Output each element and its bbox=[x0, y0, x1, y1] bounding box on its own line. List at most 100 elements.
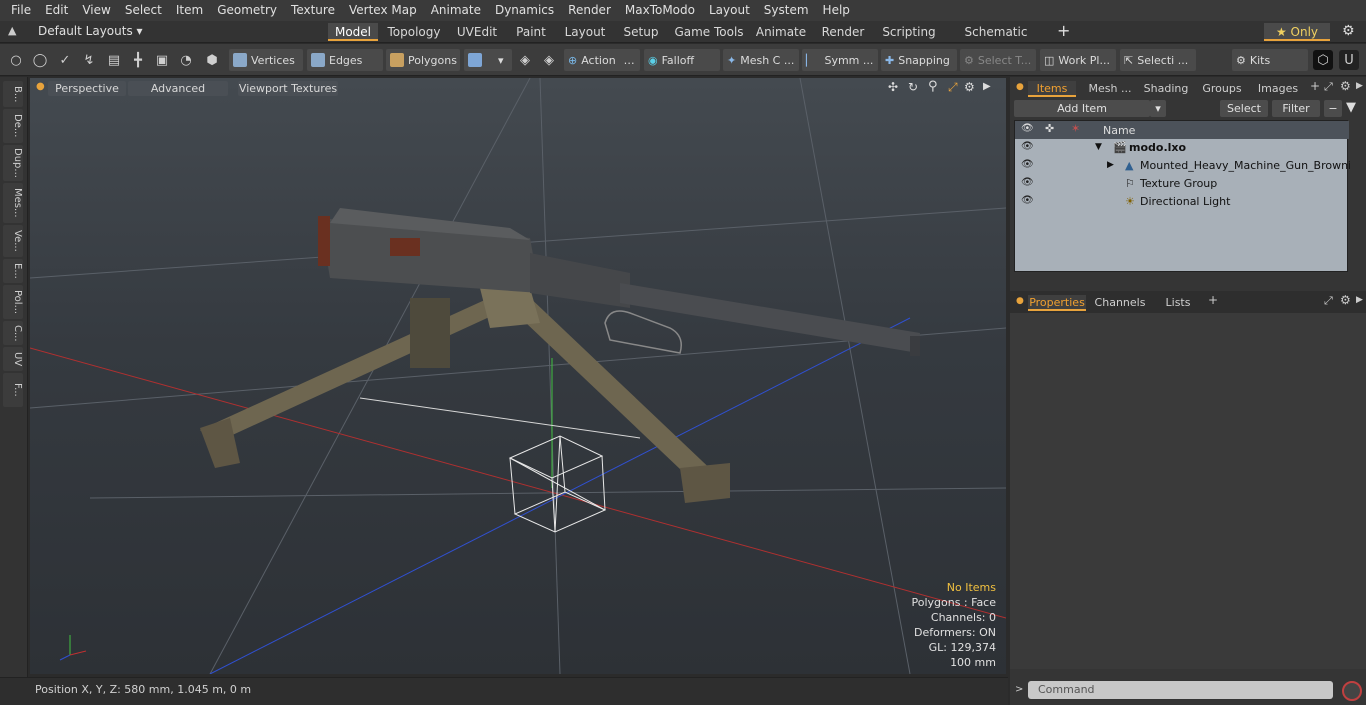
only-toggle[interactable]: ★ Only bbox=[1264, 23, 1330, 41]
items-panel-dot-icon[interactable]: ● bbox=[1016, 82, 1024, 92]
viewport-gear-icon[interactable]: ⚙ bbox=[964, 80, 975, 94]
layout-up-icon[interactable]: ▲ bbox=[8, 24, 16, 37]
symmetry-a-icon[interactable]: ◈ bbox=[515, 50, 535, 70]
unity-icon[interactable]: ⬡ bbox=[1313, 50, 1333, 70]
left-tab-vertex[interactable]: Ve... bbox=[3, 225, 23, 257]
expand-panel-icon[interactable]: ⤢ bbox=[1324, 80, 1333, 94]
tab-game-tools[interactable]: Game Tools bbox=[672, 23, 746, 41]
tab-paint[interactable]: Paint bbox=[510, 23, 552, 41]
align-icon[interactable]: ▤ bbox=[104, 50, 124, 70]
tab-setup[interactable]: Setup bbox=[618, 23, 664, 41]
properties-dot-icon[interactable]: ● bbox=[1016, 296, 1024, 306]
menu-vertex-map[interactable]: Vertex Map bbox=[342, 0, 424, 21]
advanced-button[interactable]: Advanced bbox=[128, 81, 228, 96]
filter-button[interactable]: Filter bbox=[1272, 100, 1320, 117]
collapse-icon[interactable]: − bbox=[1324, 100, 1342, 117]
items-menu-arrow-icon[interactable]: ▶ bbox=[1356, 81, 1363, 91]
menu-layout[interactable]: Layout bbox=[702, 0, 757, 21]
pan-icon[interactable]: ✣ bbox=[888, 80, 898, 94]
tab-properties[interactable]: Properties bbox=[1028, 295, 1086, 311]
directional-light-gizmo[interactable] bbox=[508, 435, 607, 533]
brush-icon[interactable]: ↯ bbox=[79, 50, 99, 70]
tab-animate[interactable]: Animate bbox=[754, 23, 808, 41]
lock-column-icon[interactable]: ✜ bbox=[1045, 122, 1054, 135]
tab-lists[interactable]: Lists bbox=[1154, 295, 1202, 311]
kits-button[interactable]: ⚙ Kits bbox=[1232, 49, 1308, 71]
menu-help[interactable]: Help bbox=[816, 0, 857, 21]
menu-texture[interactable]: Texture bbox=[284, 0, 342, 21]
menu-render[interactable]: Render bbox=[561, 0, 618, 21]
visibility-eye-icon[interactable]: 👁 bbox=[1021, 141, 1034, 152]
left-tab-fusion[interactable]: F... bbox=[3, 373, 23, 407]
globe-icon[interactable]: ◯ bbox=[30, 50, 50, 70]
tab-groups[interactable]: Groups bbox=[1196, 81, 1248, 97]
funnel-icon[interactable]: ▼ bbox=[1346, 100, 1356, 115]
frame-icon[interactable]: ▣ bbox=[152, 50, 172, 70]
action-center-button[interactable]: ⊕ Action… bbox=[564, 49, 640, 71]
left-tab-polygon[interactable]: Pol... bbox=[3, 285, 23, 319]
zoom-icon[interactable]: ⚲ bbox=[928, 79, 938, 94]
item-row-directional-light[interactable]: 👁 ☀ Directional Light bbox=[1015, 195, 1349, 213]
expand-properties-icon[interactable]: ⤢ bbox=[1324, 294, 1333, 308]
record-macro-icon[interactable] bbox=[1342, 681, 1362, 701]
menu-file[interactable]: File bbox=[4, 0, 38, 21]
item-row-scene[interactable]: 👁 ▼ 🎬 modo.lxo bbox=[1015, 141, 1349, 159]
vertices-button[interactable]: Vertices bbox=[229, 49, 303, 71]
item-mode-icon[interactable]: ⬢ bbox=[202, 50, 222, 70]
properties-menu-arrow-icon[interactable]: ▶ bbox=[1356, 295, 1363, 305]
visibility-eye-icon[interactable]: 👁 bbox=[1021, 177, 1034, 188]
left-tab-basic[interactable]: B... bbox=[3, 81, 23, 107]
tab-schematic-fusion[interactable]: Schematic Fusion bbox=[948, 23, 1044, 57]
viewport-menu-arrow-icon[interactable]: ▶ bbox=[983, 81, 991, 92]
tab-render[interactable]: Render bbox=[816, 23, 870, 41]
machine-gun-model[interactable] bbox=[200, 208, 920, 503]
command-arrow-icon[interactable]: > bbox=[1015, 684, 1023, 695]
tab-uvedit[interactable]: UVEdit bbox=[452, 23, 502, 41]
menu-select[interactable]: Select bbox=[118, 0, 169, 21]
expand-arrow-icon[interactable]: ▶ bbox=[1107, 160, 1114, 170]
tab-scripting[interactable]: Scripting bbox=[878, 23, 940, 41]
item-row-texture-group[interactable]: 👁 ⚐ Texture Group bbox=[1015, 177, 1349, 195]
unreal-icon[interactable]: U bbox=[1339, 50, 1359, 70]
symmetry-b-icon[interactable]: ◈ bbox=[539, 50, 559, 70]
selection-sets-button[interactable]: ⇱ Selecti ... bbox=[1120, 49, 1196, 71]
viewport-dot-icon[interactable]: ● bbox=[36, 81, 45, 92]
command-input[interactable]: Command bbox=[1028, 681, 1333, 699]
menu-dynamics[interactable]: Dynamics bbox=[488, 0, 561, 21]
tab-model[interactable]: Model bbox=[328, 23, 378, 41]
visibility-column-icon[interactable]: 👁 bbox=[1021, 123, 1034, 134]
select-through-button[interactable]: ⚙ Select T... bbox=[960, 49, 1036, 71]
tab-channels[interactable]: Channels bbox=[1092, 295, 1148, 311]
left-tab-edge[interactable]: E... bbox=[3, 259, 23, 283]
left-tab-mesh-edit[interactable]: Mes... bbox=[3, 183, 23, 223]
symmetry-button[interactable]: ▏ Symm ... bbox=[802, 49, 878, 71]
polygons-button[interactable]: Polygons bbox=[386, 49, 460, 71]
pen-icon[interactable]: ✓ bbox=[55, 50, 75, 70]
visibility-eye-icon[interactable]: 👁 bbox=[1021, 195, 1034, 206]
edges-button[interactable]: Edges bbox=[307, 49, 383, 71]
perspective-button[interactable]: Perspective bbox=[48, 81, 126, 96]
3d-viewport[interactable]: ● Perspective Advanced Viewport Textures… bbox=[30, 78, 1006, 674]
clock-icon[interactable]: ◔ bbox=[176, 50, 196, 70]
add-item-dropdown-icon[interactable]: ▾ bbox=[1150, 100, 1166, 117]
snapping-button[interactable]: ✚ Snapping bbox=[881, 49, 957, 71]
items-gear-icon[interactable]: ⚙ bbox=[1340, 79, 1351, 93]
viewport-textures-button[interactable]: Viewport Textures bbox=[238, 81, 338, 96]
left-tab-uv[interactable]: UV bbox=[3, 347, 23, 371]
material-dropdown[interactable]: ▾ bbox=[464, 49, 512, 71]
tab-layout[interactable]: Layout bbox=[560, 23, 610, 41]
tab-topology[interactable]: Topology bbox=[384, 23, 444, 41]
select-button[interactable]: Select bbox=[1220, 100, 1268, 117]
left-tab-duplicate[interactable]: Dup... bbox=[3, 145, 23, 181]
menu-animate[interactable]: Animate bbox=[424, 0, 488, 21]
expand-arrow-icon[interactable]: ▼ bbox=[1095, 142, 1102, 152]
name-column-header[interactable]: Name bbox=[1103, 124, 1135, 137]
add-panel-tab-icon[interactable]: + bbox=[1310, 79, 1320, 93]
menu-view[interactable]: View bbox=[75, 0, 117, 21]
layout-selector[interactable]: Default Layouts ▾ bbox=[38, 24, 143, 38]
add-properties-tab-icon[interactable]: + bbox=[1208, 293, 1218, 307]
menu-edit[interactable]: Edit bbox=[38, 0, 75, 21]
visibility-eye-icon[interactable]: 👁 bbox=[1021, 159, 1034, 170]
gear-icon[interactable]: ⚙ bbox=[1342, 23, 1355, 39]
menu-item[interactable]: Item bbox=[169, 0, 210, 21]
